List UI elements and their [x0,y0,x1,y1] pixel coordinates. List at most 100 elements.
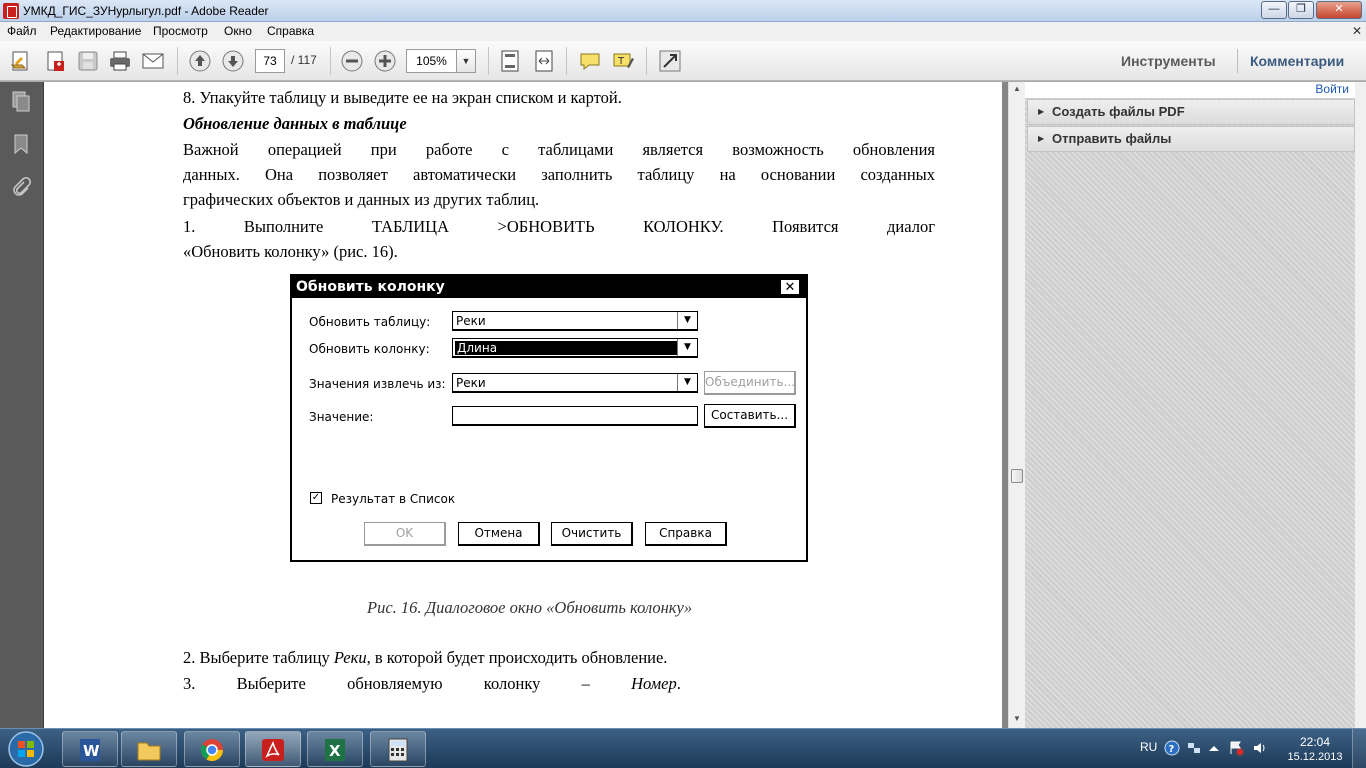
toolbar-separator [566,47,567,75]
taskbar-excel[interactable]: X [307,731,363,767]
show-desktop-button[interactable] [1352,729,1366,768]
figure-dialog-title: Обновить колонку [292,276,806,298]
bookmarks-icon[interactable] [10,133,32,155]
zoom-out-icon[interactable] [340,49,364,73]
chrome-icon [201,739,223,761]
figure-checkbox-label: Результат в Список [331,492,456,506]
open-icon[interactable] [10,49,34,73]
login-link[interactable]: Войти [1025,82,1355,98]
figure-dropdown-icon: ▼ [677,339,697,356]
excel-icon: X [325,739,345,761]
attachments-icon[interactable] [10,176,32,198]
network-icon[interactable] [1186,740,1202,756]
help-icon[interactable]: ? [1164,740,1180,756]
page-number-input[interactable]: 73 [255,49,285,73]
next-page-icon[interactable] [221,49,245,73]
figure-dropdown-icon: ▼ [677,374,697,391]
doc-paragraph-line: данных. Она позволяет автоматически запо… [183,165,935,184]
taskbar-chrome[interactable] [184,731,240,767]
close-document-icon[interactable]: ✕ [1352,24,1362,38]
figure-help-button: Справка [645,522,727,546]
adobe-reader-icon [262,739,284,761]
create-pdf-panel[interactable]: ▶ Создать файлы PDF [1027,99,1355,125]
window-title: УМКД_ГИС_ЗУНурлыгул.pdf - Adobe Reader [23,4,269,18]
email-icon[interactable] [141,49,165,73]
svg-text:X: X [329,742,341,760]
figure-compose-button: Составить... [704,404,796,428]
word-icon: W [80,739,100,761]
figure-clear-button: Очистить [551,522,633,546]
menu-window[interactable]: Окно [224,24,252,38]
figure-value-field [452,406,698,426]
toolbar-separator [646,47,647,75]
menu-edit[interactable]: Редактирование [50,24,141,38]
toolbar-separator [177,47,178,75]
zoom-dropdown-icon[interactable]: ▼ [456,49,476,73]
keyboard-language[interactable]: RU [1140,740,1157,754]
toolbar: 73 / 117 105% ▼ T Инструменты Комментари… [0,41,1366,81]
fit-width-icon[interactable] [532,49,556,73]
doc-paragraph-line: графических объектов и данных из других … [183,190,540,209]
fit-page-icon[interactable] [498,49,522,73]
page-thumbnails-icon[interactable] [10,90,32,112]
zoom-level-input[interactable]: 105% [406,49,457,73]
clock-time[interactable]: 22:04 [1290,735,1340,749]
tools-pane-scrollbar[interactable] [1355,82,1366,728]
send-files-panel[interactable]: ▶ Отправить файлы [1027,126,1355,152]
doc-line-step8: 8. Упакуйте таблицу и выведите ее на экр… [183,88,622,107]
taskbar-calculator[interactable] [370,731,426,767]
zoom-in-icon[interactable] [373,49,397,73]
toolbar-separator [330,47,331,75]
document-viewport[interactable]: 8. Упакуйте таблицу и выведите ее на экр… [44,82,1008,728]
figure-caption: Рис. 16. Диалоговое окно «Обновить колон… [367,598,693,617]
figure-update-column-dialog: Обновить колонку ✕ Обновить таблицу: Рек… [290,274,808,562]
figure-label-value: Значение: [309,410,374,424]
print-icon[interactable] [108,49,132,73]
menu-bar: Файл Редактирование Просмотр Окно Справк… [0,22,1366,41]
start-button[interactable] [4,730,48,768]
svg-text:T: T [617,56,625,67]
windows-taskbar: W X RU ? 22:04 15.12.2013 [0,728,1366,768]
menu-file[interactable]: Файл [7,24,37,38]
figure-label-column: Обновить колонку: [309,342,430,356]
previous-page-icon[interactable] [188,49,212,73]
maximize-button[interactable]: ❐ [1288,1,1314,19]
taskbar-adobe-reader[interactable] [245,731,301,767]
expand-triangle-icon: ▶ [1038,134,1045,143]
navigation-pane [0,82,44,728]
title-bar: УМКД_ГИС_ЗУНурлыгул.pdf - Adobe Reader —… [0,0,1366,22]
show-hidden-icons[interactable] [1206,740,1222,756]
calculator-icon [388,738,408,762]
taskbar-explorer[interactable] [121,731,177,767]
figure-checkbox: ✓ [310,492,322,504]
adobe-reader-icon [3,3,19,19]
menu-help[interactable]: Справка [267,24,314,38]
scrollbar-thumb[interactable] [1011,469,1023,483]
clock-date[interactable]: 15.12.2013 [1284,751,1346,763]
doc-heading: Обновление данных в таблице [183,114,407,133]
comment-note-icon[interactable] [578,49,602,73]
figure-combo-column: Длина ▼ [452,338,698,358]
save-icon[interactable] [76,49,100,73]
volume-icon[interactable] [1252,740,1268,756]
full-screen-icon[interactable] [658,49,682,73]
tools-pane-link[interactable]: Инструменты [1121,53,1216,69]
minimize-button[interactable]: — [1261,1,1287,19]
action-center-icon[interactable] [1228,740,1244,756]
create-pdf-icon[interactable] [44,49,68,73]
doc-step3-line: 3. Выберите обновляемую колонку – Номер. [183,674,681,693]
menu-view[interactable]: Просмотр [153,24,208,38]
doc-step2-line: 2. Выберите таблицу Реки, в которой буде… [183,648,668,667]
taskbar-word[interactable]: W [62,731,118,767]
highlight-text-icon[interactable]: T [611,49,635,73]
document-scrollbar[interactable]: ▲ ▼ [1008,82,1025,728]
comments-pane-link[interactable]: Комментарии [1250,53,1344,69]
doc-paragraph-line: Важной операцией при работе с таблицами … [183,140,935,159]
doc-step1-line: «Обновить колонку» (рис. 16). [183,242,398,261]
figure-label-from: Значения извлечь из: [309,377,446,391]
scroll-down-icon: ▼ [1013,714,1021,723]
tools-pane [1025,82,1366,728]
close-button[interactable]: ✕ [1316,1,1362,19]
figure-join-button: Объединить... [704,371,796,395]
figure-combo-from: Реки ▼ [452,373,698,393]
